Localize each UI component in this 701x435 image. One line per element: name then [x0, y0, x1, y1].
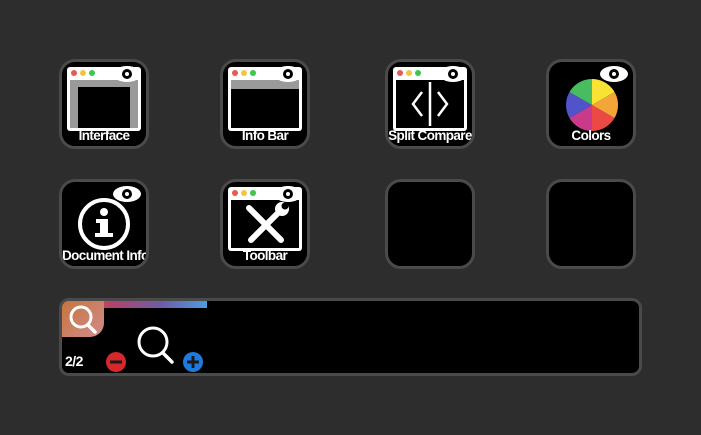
page-indicator: 2/2	[65, 353, 83, 369]
key-label: Split Compare	[388, 128, 472, 143]
eye-icon	[274, 186, 302, 202]
zoom-in-button[interactable]	[182, 351, 204, 373]
key-label: Info Bar	[241, 128, 289, 143]
zoom-corner-badge	[62, 301, 104, 337]
eye-icon	[274, 66, 302, 82]
toolbar-key[interactable]: Toolbar	[220, 179, 310, 269]
zoom-dial-strip[interactable]: 2/2	[59, 298, 642, 376]
eye-icon	[600, 66, 628, 82]
split-compare-key[interactable]: Split Compare	[385, 59, 475, 149]
eye-icon	[113, 66, 141, 82]
zoom-magnifier-icon	[137, 326, 174, 364]
info-bar-key[interactable]: Info Bar	[220, 59, 310, 149]
document-info-key[interactable]: Document Info	[59, 179, 149, 269]
colors-key[interactable]: Colors	[546, 59, 636, 149]
empty-key[interactable]	[546, 179, 636, 269]
key-label: Document Info	[62, 248, 149, 263]
eye-icon	[113, 186, 141, 202]
zoom-out-button[interactable]	[105, 351, 127, 373]
eye-icon	[439, 66, 467, 82]
key-label: Toolbar	[242, 248, 288, 263]
magnifier-icon	[69, 305, 97, 334]
interface-key[interactable]: Interface	[59, 59, 149, 149]
key-label: Interface	[78, 128, 130, 143]
empty-key[interactable]	[385, 179, 475, 269]
key-label: Colors	[571, 128, 611, 143]
